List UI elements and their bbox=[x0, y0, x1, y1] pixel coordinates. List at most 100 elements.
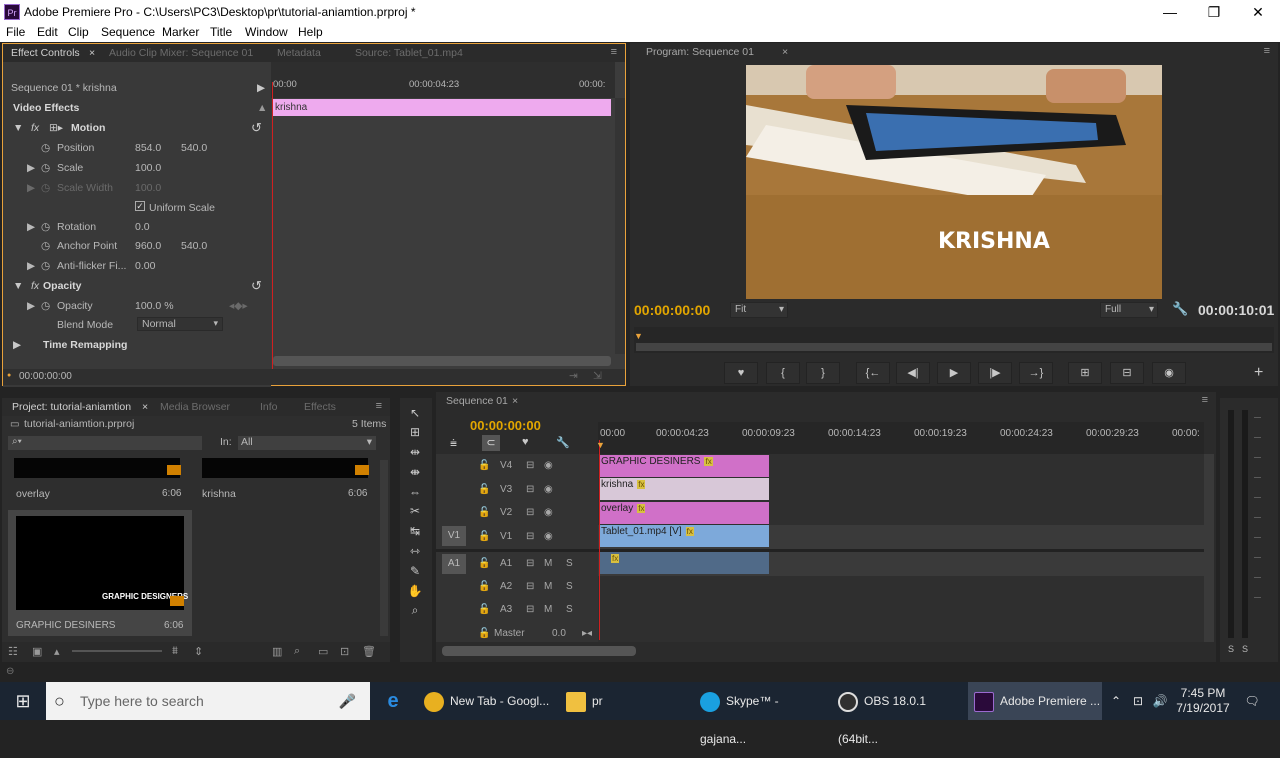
tab-metadata[interactable]: Metadata bbox=[277, 47, 321, 59]
taskbar-app-chrome[interactable]: New Tab - Googl... bbox=[418, 682, 554, 720]
sync-lock-icon[interactable]: ⊟ bbox=[526, 484, 534, 495]
panel-menu-icon[interactable]: ≡ bbox=[1202, 394, 1208, 406]
panel-menu-icon[interactable]: ≡ bbox=[376, 400, 382, 412]
taskbar-clock[interactable]: 7:45 PM 7/19/2017 bbox=[1172, 682, 1234, 720]
tab-project[interactable]: Project: tutorial-aniamtion bbox=[12, 401, 131, 413]
network-icon[interactable]: ⊡ bbox=[1128, 682, 1148, 720]
play-button[interactable]: ▶ bbox=[937, 362, 971, 384]
taskbar-search-input[interactable]: ○ Type here to search 🎤 bbox=[46, 682, 370, 720]
timeline-playhead-handle-icon[interactable]: ▼ bbox=[596, 440, 605, 450]
timeline-timecode[interactable]: 00:00:00:00 bbox=[470, 418, 541, 433]
blend-mode-dropdown[interactable]: Normal ▾ bbox=[137, 317, 223, 331]
effect-scrollbar[interactable] bbox=[615, 98, 625, 354]
tab-program-sequence[interactable]: Program: Sequence 01 bbox=[646, 46, 754, 58]
automate-icon[interactable]: ⇕ bbox=[194, 645, 203, 658]
icon-view-icon[interactable]: ▣ bbox=[32, 645, 42, 658]
lock-icon[interactable]: 🔓 bbox=[478, 558, 490, 569]
windows-start-icon[interactable]: ⊞ bbox=[0, 682, 46, 720]
tab-close-icon[interactable]: × bbox=[142, 401, 148, 413]
nest-icon[interactable]: ⩧ bbox=[450, 436, 457, 451]
mark-out-button[interactable]: } bbox=[806, 362, 840, 384]
effect-timecode[interactable]: 00:00:00:00 bbox=[19, 371, 72, 382]
panel-menu-icon[interactable]: ≡ bbox=[611, 46, 617, 58]
clip-tablet-video[interactable]: Tablet_01.mp4 [V] fx bbox=[599, 525, 769, 547]
antiflicker-expand-icon[interactable]: ▶ bbox=[27, 260, 35, 272]
menu-sequence[interactable]: Sequence bbox=[101, 25, 155, 39]
menu-edit[interactable]: Edit bbox=[37, 25, 58, 39]
solo-right-button[interactable]: S bbox=[1242, 644, 1248, 654]
stopwatch-icon[interactable]: ◷ bbox=[41, 162, 50, 174]
lock-icon[interactable]: 🔓 bbox=[478, 604, 490, 615]
mute-button[interactable]: M bbox=[544, 581, 552, 592]
position-y-value[interactable]: 540.0 bbox=[181, 142, 207, 154]
quality-dropdown[interactable]: Full ▾ bbox=[1100, 302, 1158, 318]
solo-button[interactable]: S bbox=[566, 581, 573, 592]
wrench-icon[interactable]: 🔧 bbox=[1172, 301, 1188, 317]
slip-tool-icon[interactable]: ↹ bbox=[406, 522, 424, 540]
rotation-expand-icon[interactable]: ▶ bbox=[27, 221, 35, 233]
edge-browser-icon[interactable]: e bbox=[376, 682, 410, 720]
master-go-icon[interactable]: ▸◂ bbox=[582, 628, 592, 639]
stopwatch-icon[interactable]: ◷ bbox=[41, 142, 50, 154]
filter-icon[interactable]: ⇥ bbox=[569, 370, 578, 382]
program-video-frame[interactable]: KRISHNA bbox=[746, 65, 1162, 299]
snap-icon[interactable]: ⊂ bbox=[482, 435, 500, 451]
timeline-playhead[interactable] bbox=[599, 440, 600, 640]
lock-icon[interactable]: 🔓 bbox=[478, 581, 490, 592]
opacity-value-expand-icon[interactable]: ▶ bbox=[27, 300, 35, 312]
sort-icon[interactable]: ⩩ bbox=[172, 645, 178, 658]
rotation-value[interactable]: 0.0 bbox=[135, 221, 150, 233]
menu-marker[interactable]: Marker bbox=[162, 25, 199, 39]
opacity-value[interactable]: 100.0 % bbox=[135, 300, 174, 312]
master-volume-value[interactable]: 0.0 bbox=[552, 628, 566, 639]
menu-file[interactable]: File bbox=[6, 25, 25, 39]
sync-lock-icon[interactable]: ⊟ bbox=[526, 507, 534, 518]
sync-lock-icon[interactable]: ⊟ bbox=[526, 531, 534, 542]
tab-sequence[interactable]: Sequence 01 bbox=[446, 395, 508, 407]
tab-close-icon[interactable]: × bbox=[512, 395, 518, 407]
lock-icon[interactable]: 🔓 bbox=[478, 460, 490, 471]
find-icon[interactable]: ⌕ bbox=[294, 645, 300, 658]
extract-button[interactable]: ⊟ bbox=[1110, 362, 1144, 384]
marker-icon[interactable]: ♥ bbox=[522, 436, 529, 448]
add-marker-button[interactable]: ♥ bbox=[724, 362, 758, 384]
bin-icon[interactable]: ▥ bbox=[272, 645, 282, 658]
eye-icon[interactable]: ◉ bbox=[544, 460, 553, 471]
fx-icon[interactable]: fx bbox=[31, 280, 39, 292]
sync-lock-icon[interactable]: ⊟ bbox=[526, 604, 534, 615]
list-view-icon[interactable]: ☷ bbox=[8, 645, 18, 658]
source-patch-a1[interactable]: A1 bbox=[442, 554, 466, 574]
settings-wrench-icon[interactable]: 🔧 bbox=[556, 436, 570, 449]
mute-button[interactable]: M bbox=[544, 558, 552, 569]
tab-audio-clip-mixer[interactable]: Audio Clip Mixer: Sequence 01 bbox=[109, 47, 253, 59]
solo-button[interactable]: S bbox=[566, 558, 573, 569]
taskbar-app-skype[interactable]: Skype™ - gajana... bbox=[694, 682, 828, 746]
eye-icon[interactable]: ◉ bbox=[544, 507, 553, 518]
new-item-icon[interactable]: ⊡ bbox=[340, 645, 349, 658]
scroll-up-icon[interactable]: ▲ bbox=[257, 102, 267, 114]
scale-expand-icon[interactable]: ▶ bbox=[27, 162, 35, 174]
trash-icon[interactable]: 🗑 bbox=[362, 645, 376, 658]
project-item-krishna[interactable]: krishna 6:06 bbox=[198, 458, 378, 500]
opacity-expand-icon[interactable]: ▼ bbox=[13, 280, 23, 292]
collapse-arrow-icon[interactable]: ▶ bbox=[257, 82, 265, 94]
effect-playhead[interactable] bbox=[272, 82, 273, 380]
position-x-value[interactable]: 854.0 bbox=[135, 142, 161, 154]
tab-source[interactable]: Source: Tablet_01.mp4 bbox=[355, 47, 463, 59]
rolling-edit-tool-icon[interactable]: ⇼ bbox=[406, 463, 424, 481]
anchor-y-value[interactable]: 540.0 bbox=[181, 240, 207, 252]
tab-media-browser[interactable]: Media Browser bbox=[160, 401, 230, 413]
tab-effect-controls[interactable]: Effect Controls bbox=[11, 47, 80, 59]
notifications-icon[interactable]: 🗨 bbox=[1240, 682, 1264, 720]
new-bin-icon[interactable]: ▭ bbox=[318, 645, 328, 658]
transform-icon[interactable]: ⊞▸ bbox=[49, 122, 63, 134]
show-hidden-icons-icon[interactable]: ⌃ bbox=[1106, 682, 1126, 720]
go-to-out-button[interactable]: →} bbox=[1019, 362, 1053, 384]
ripple-edit-tool-icon[interactable]: ⇹ bbox=[406, 443, 424, 461]
menu-window[interactable]: Window bbox=[245, 25, 288, 39]
program-timecode[interactable]: 00:00:00:00 bbox=[634, 302, 710, 318]
stopwatch-icon[interactable]: ◷ bbox=[41, 260, 50, 272]
uniform-scale-checkbox[interactable]: ✓ bbox=[135, 201, 145, 211]
lift-button[interactable]: ⊞ bbox=[1068, 362, 1102, 384]
project-item-overlay[interactable]: overlay 6:06 bbox=[10, 458, 190, 500]
